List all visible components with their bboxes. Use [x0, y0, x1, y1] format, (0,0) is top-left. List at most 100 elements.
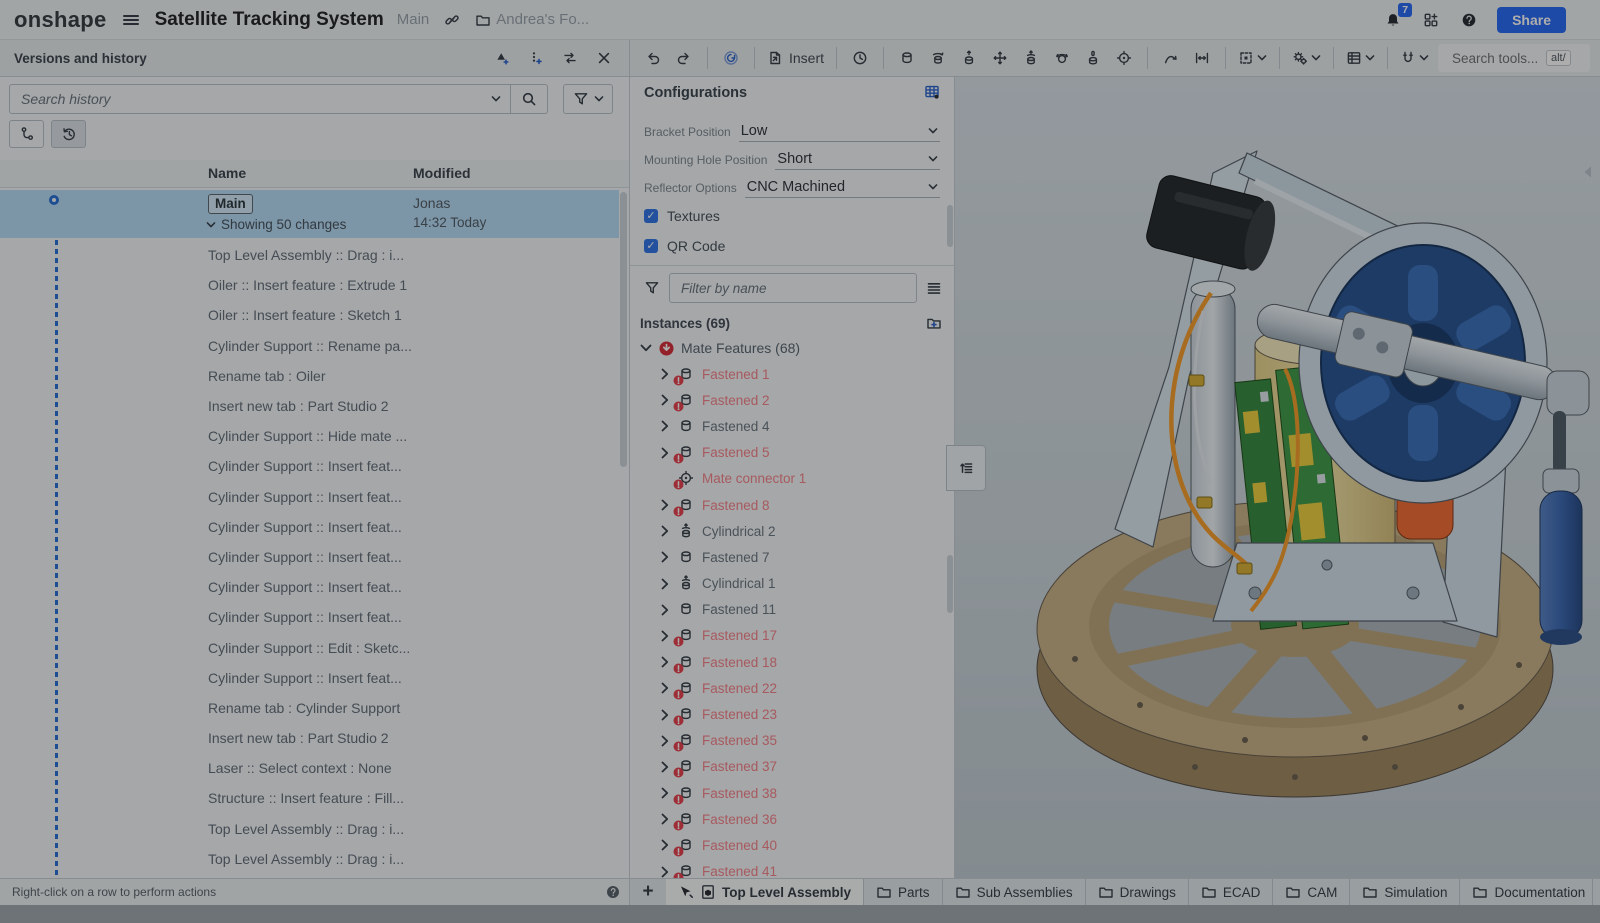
filter-icon[interactable] — [644, 280, 660, 296]
mate-feature-row[interactable]: Fastened 38 — [630, 780, 946, 806]
configured-features-button[interactable] — [922, 82, 942, 102]
3d-viewport[interactable] — [955, 77, 1600, 878]
history-row[interactable]: Cylinder Support :: Insert feat... — [0, 451, 619, 481]
history-search-input[interactable] — [19, 90, 491, 108]
bracket-position-select[interactable]: Low — [739, 123, 940, 142]
compare-button[interactable] — [557, 44, 583, 72]
mate-feature-row[interactable]: Fastened 4 — [630, 413, 946, 439]
history-row[interactable]: Cylinder Support :: Hide mate ... — [0, 421, 619, 451]
redo-button[interactable] — [671, 44, 697, 72]
copy-link-button[interactable] — [442, 10, 462, 30]
search-tools-input[interactable] — [1450, 50, 1546, 67]
slider-mate-button[interactable] — [956, 44, 982, 72]
mate-feature-row[interactable]: Fastened 37 — [630, 754, 946, 780]
rollback-button[interactable] — [718, 44, 744, 72]
notifications-button[interactable]: 7 — [1383, 10, 1403, 30]
document-tab-cam[interactable]: CAM — [1273, 879, 1350, 905]
chevron-down-icon[interactable] — [491, 96, 501, 102]
history-row[interactable]: Oiler :: Insert feature : Sketch 1 — [0, 300, 619, 330]
chevron-right-icon[interactable] — [659, 630, 671, 642]
instance-filter-field[interactable] — [669, 273, 917, 303]
search-tools[interactable]: alt/ — [1438, 44, 1590, 72]
history-row[interactable]: Structure :: Insert feature : Fill... — [0, 783, 619, 813]
mate-feature-row[interactable]: Fastened 36 — [630, 806, 946, 832]
showing-changes-toggle[interactable]: Showing 50 changes — [206, 217, 346, 232]
chevron-right-icon[interactable] — [659, 813, 671, 825]
cylindrical-mate-button[interactable] — [1018, 44, 1044, 72]
history-row[interactable]: Cylinder Support :: Insert feat... — [0, 542, 619, 572]
document-tab-drawings[interactable]: Drawings — [1086, 879, 1189, 905]
chevron-right-icon[interactable] — [659, 578, 671, 590]
undo-button[interactable] — [640, 44, 666, 72]
history-scrollbar[interactable] — [620, 192, 627, 467]
appearance-time-button[interactable] — [847, 44, 873, 72]
mate-connector-button[interactable] — [1111, 44, 1137, 72]
help-button[interactable] — [1459, 10, 1479, 30]
history-search-button[interactable] — [511, 84, 548, 114]
mate-feature-row[interactable]: Fastened 23 — [630, 701, 946, 727]
mate-feature-row[interactable]: Fastened 8 — [630, 492, 946, 518]
document-tab-ecad[interactable]: ECAD — [1189, 879, 1274, 905]
history-row[interactable]: Top Level Assembly :: Drag : i... — [0, 844, 619, 874]
display-states-button[interactable] — [1290, 44, 1323, 72]
document-tab-documentation[interactable]: Documentation — [1460, 879, 1593, 905]
instance-filter-input[interactable] — [679, 280, 907, 297]
chevron-right-icon[interactable] — [659, 525, 671, 537]
chevron-right-icon[interactable] — [659, 787, 671, 799]
mate-feature-row[interactable]: Mate connector 1 — [630, 466, 946, 492]
history-row[interactable]: Rename tab : Cylinder Support — [0, 693, 619, 723]
chevron-right-icon[interactable] — [659, 420, 671, 432]
mate-feature-row[interactable]: Fastened 5 — [630, 440, 946, 466]
version-node[interactable] — [49, 195, 59, 205]
mate-feature-row[interactable]: Fastened 7 — [630, 544, 946, 570]
config-scrollbar[interactable] — [947, 205, 953, 247]
history-row[interactable]: Cylinder Support :: Insert feat... — [0, 602, 619, 632]
explode-view-button[interactable] — [1236, 44, 1269, 72]
mounting-hole-position-select[interactable]: Short — [775, 151, 940, 170]
history-filter-button[interactable] — [563, 84, 613, 114]
history-row[interactable]: Rename tab : Oiler — [0, 361, 619, 391]
measure-button[interactable] — [1189, 44, 1215, 72]
chevron-right-icon[interactable] — [659, 368, 671, 380]
structure-tree-toggle[interactable] — [946, 445, 986, 491]
chevron-right-icon[interactable] — [659, 709, 671, 721]
chevron-right-icon[interactable] — [659, 499, 671, 511]
selected-version-row[interactable]: Main Showing 50 changes Jonas 14:32 Toda… — [0, 190, 619, 238]
planar-mate-button[interactable] — [987, 44, 1013, 72]
mate-feature-row[interactable]: Fastened 22 — [630, 675, 946, 701]
mate-feature-row[interactable]: Fastened 40 — [630, 832, 946, 858]
revolute-mate-button[interactable] — [925, 44, 951, 72]
history-row[interactable]: Cylinder Support :: Insert feat... — [0, 663, 619, 693]
mate-feature-row[interactable]: Fastened 35 — [630, 728, 946, 754]
reflector-options-select[interactable]: CNC Machined — [745, 179, 940, 198]
textures-checkbox[interactable]: ✓ Textures — [644, 201, 725, 231]
history-view-toggle[interactable] — [51, 120, 86, 148]
history-row[interactable]: Insert new tab : Part Studio 2 — [0, 723, 619, 753]
qr-code-checkbox[interactable]: ✓ QR Code — [644, 231, 725, 261]
history-row[interactable]: Cylinder Support :: Insert feat... — [0, 572, 619, 602]
mate-feature-row[interactable]: Fastened 2 — [630, 387, 946, 413]
document-tab-simulation[interactable]: Simulation — [1350, 879, 1460, 905]
new-tab-button[interactable]: + — [630, 879, 666, 905]
history-row[interactable]: Cylinder Support :: Insert feat... — [0, 482, 619, 512]
history-row[interactable]: Laser :: Select context : None — [0, 753, 619, 783]
document-tab-sub-assemblies[interactable]: Sub Assemblies — [943, 879, 1086, 905]
list-view-icon[interactable] — [926, 280, 942, 296]
history-row[interactable]: Cylinder Support :: Edit : Sketc... — [0, 632, 619, 662]
chevron-right-icon[interactable] — [659, 682, 671, 694]
apps-button[interactable] — [1421, 10, 1441, 30]
mate-feature-row[interactable]: Fastened 1 — [630, 361, 946, 387]
insert-button[interactable]: Insert — [765, 44, 826, 72]
document-tab-top-level-assembly[interactable]: Top Level Assembly — [666, 879, 864, 905]
fastened-mate-button[interactable] — [894, 44, 920, 72]
help-circle-icon[interactable] — [606, 885, 620, 899]
chevron-right-icon[interactable] — [659, 735, 671, 747]
mate-feature-row[interactable]: Fastened 11 — [630, 597, 946, 623]
chevron-right-icon[interactable] — [659, 394, 671, 406]
mate-feature-row[interactable]: Fastened 41 — [630, 859, 946, 878]
chevron-right-icon[interactable] — [659, 656, 671, 668]
mate-feature-row[interactable]: Fastened 18 — [630, 649, 946, 675]
branch-view-toggle[interactable] — [9, 120, 44, 148]
history-search-field[interactable] — [9, 84, 511, 114]
bom-table-button[interactable] — [1344, 44, 1377, 72]
